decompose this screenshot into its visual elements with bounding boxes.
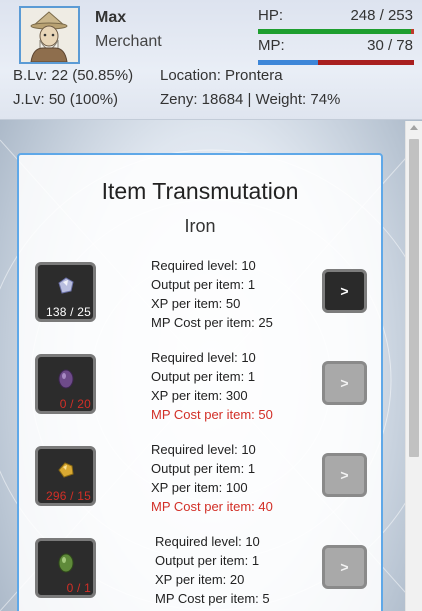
output-per-item: Output per item: 1 bbox=[151, 277, 256, 292]
base-level: B.Lv: 22 (50.85%) bbox=[13, 67, 134, 84]
mp-label: MP: bbox=[258, 37, 285, 54]
mp-cost: MP Cost per item: 50 bbox=[151, 407, 273, 422]
item-count: 0 / 1 bbox=[66, 581, 91, 595]
recipe-row: 0 / 20 Required level: 10 Output per ite… bbox=[19, 339, 381, 427]
recipe-details: Required level: 10 Output per item: 1 XP… bbox=[151, 440, 273, 516]
character-name: Max bbox=[95, 9, 127, 26]
zeny-weight: Zeny: 18684 | Weight: 74% bbox=[160, 91, 341, 108]
item-transmutation-panel: Item Transmutation Iron 138 / 25 Require… bbox=[17, 153, 383, 611]
hp-value: 248 / 253 bbox=[350, 7, 413, 24]
item-slot: 0 / 20 bbox=[35, 354, 96, 414]
hp-bar bbox=[258, 29, 414, 34]
item-count: 0 / 20 bbox=[59, 397, 91, 411]
output-per-item: Output per item: 1 bbox=[155, 553, 260, 568]
required-level: Required level: 10 bbox=[151, 350, 256, 365]
scroll-thumb[interactable] bbox=[409, 139, 419, 457]
mp-bar-fill bbox=[258, 60, 319, 65]
output-per-item: Output per item: 1 bbox=[151, 369, 256, 384]
mp-value: 30 / 78 bbox=[367, 37, 413, 54]
transmute-button[interactable]: > bbox=[322, 453, 367, 497]
xp-per-item: XP per item: 50 bbox=[151, 296, 241, 311]
xp-per-item: XP per item: 100 bbox=[151, 480, 248, 495]
purple-stone-icon bbox=[58, 369, 74, 389]
gold-ore-icon bbox=[58, 462, 74, 478]
recipe-row: 0 / 1 Required level: 10 Output per item… bbox=[19, 523, 381, 611]
location: Location: Prontera bbox=[160, 67, 283, 84]
scrollbar[interactable] bbox=[405, 121, 422, 611]
item-slot: 0 / 1 bbox=[35, 538, 96, 598]
character-avatar bbox=[19, 6, 80, 64]
transmute-button[interactable]: > bbox=[322, 545, 367, 589]
hp-bar-fill bbox=[258, 29, 411, 34]
hp-label: HP: bbox=[258, 7, 284, 24]
item-slot: 138 / 25 bbox=[35, 262, 96, 322]
required-level: Required level: 10 bbox=[151, 442, 256, 457]
job-level: J.Lv: 50 (100%) bbox=[13, 91, 119, 108]
scroll-up-arrow-icon[interactable] bbox=[410, 125, 418, 130]
panel-subtitle: Iron bbox=[184, 216, 216, 236]
panel-title: Item Transmutation bbox=[101, 178, 299, 204]
required-level: Required level: 10 bbox=[151, 258, 256, 273]
item-count: 138 / 25 bbox=[46, 305, 91, 319]
iron-ore-icon bbox=[58, 277, 74, 294]
mp-cost: MP Cost per item: 5 bbox=[155, 591, 270, 606]
merchant-portrait-icon bbox=[21, 8, 78, 62]
green-stone-icon bbox=[58, 553, 74, 573]
item-slot: 296 / 15 bbox=[35, 446, 96, 506]
recipe-details: Required level: 10 Output per item: 1 XP… bbox=[151, 348, 273, 424]
recipe-details: Required level: 10 Output per item: 1 XP… bbox=[155, 532, 270, 608]
mp-cost: MP Cost per item: 25 bbox=[151, 315, 273, 330]
character-status-header: Max Merchant HP: 248 / 253 MP: 30 / 78 B… bbox=[0, 0, 422, 120]
recipe-row: 296 / 15 Required level: 10 Output per i… bbox=[19, 431, 381, 519]
xp-per-item: XP per item: 300 bbox=[151, 388, 248, 403]
recipe-details: Required level: 10 Output per item: 1 XP… bbox=[151, 256, 273, 332]
mp-cost: MP Cost per item: 40 bbox=[151, 499, 273, 514]
character-class: Merchant bbox=[95, 33, 162, 50]
item-count: 296 / 15 bbox=[46, 489, 91, 503]
recipe-row: 138 / 25 Required level: 10 Output per i… bbox=[19, 247, 381, 335]
output-per-item: Output per item: 1 bbox=[151, 461, 256, 476]
mp-bar bbox=[258, 60, 414, 65]
xp-per-item: XP per item: 20 bbox=[155, 572, 245, 587]
transmute-button[interactable]: > bbox=[322, 361, 367, 405]
transmute-button[interactable]: > bbox=[322, 269, 367, 313]
required-level: Required level: 10 bbox=[155, 534, 260, 549]
